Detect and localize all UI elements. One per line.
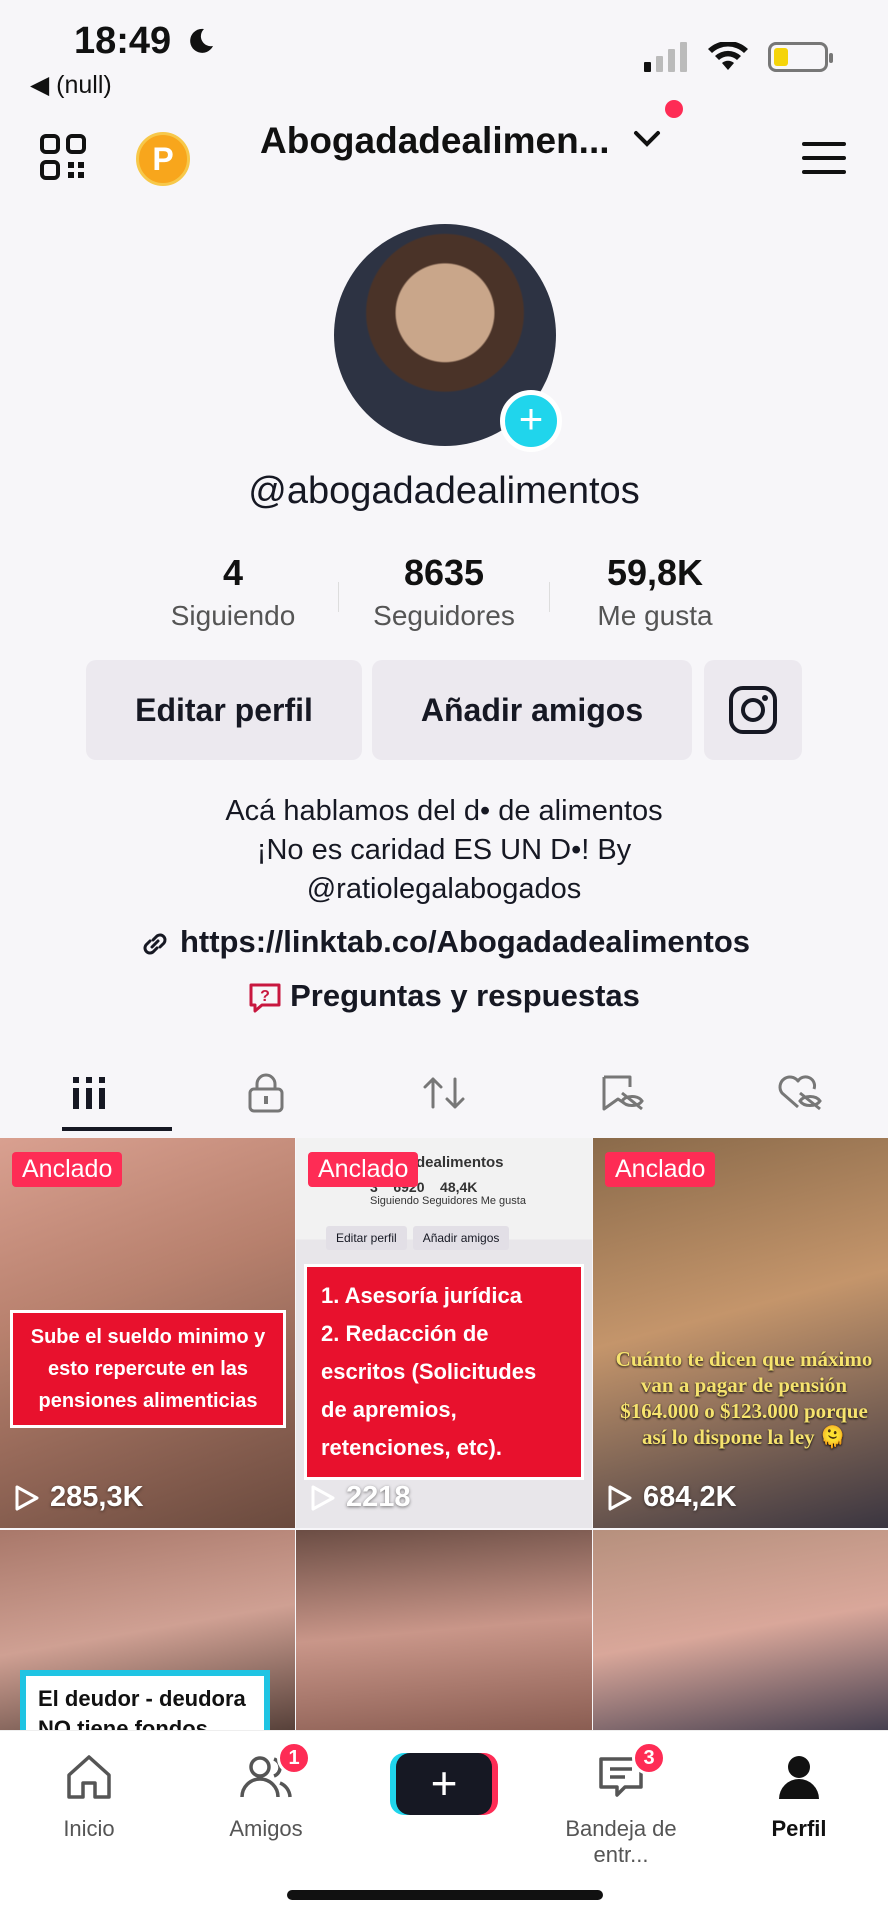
points-badge[interactable]: P — [136, 132, 190, 186]
heart-hidden-icon — [778, 1075, 822, 1111]
video-caption-overlay: Sube el sueldo minimo y esto repercute e… — [10, 1310, 286, 1428]
account-switcher[interactable]: Abogadadealimen... — [260, 120, 610, 162]
video-grid: Anclado Sube el sueldo minimo y esto rep… — [0, 1138, 888, 1730]
nav-home[interactable]: Inicio — [4, 1751, 174, 1842]
stat-value: 4 — [222, 552, 244, 593]
bookmark-hidden-icon — [602, 1075, 644, 1111]
nav-label: Perfil — [771, 1816, 827, 1841]
status-indicators — [644, 42, 833, 72]
edit-profile-button[interactable]: Editar perfil — [86, 660, 362, 760]
chevron-down-icon[interactable] — [630, 122, 664, 156]
nav-friends[interactable]: 1 Amigos — [181, 1741, 351, 1842]
qa-link[interactable]: ? Preguntas y respuestas — [0, 978, 888, 1015]
tab-private[interactable] — [178, 1055, 356, 1131]
instagram-icon — [729, 686, 777, 734]
caption-line: retenciones, etc). — [321, 1435, 502, 1460]
bio: Acá hablamos del d• de alimentos ¡No es … — [0, 792, 888, 909]
view-count: 684,2K — [607, 1481, 737, 1514]
wifi-icon — [708, 42, 748, 70]
pinned-badge: Anclado — [308, 1152, 419, 1187]
pinned-badge: Anclado — [605, 1152, 716, 1187]
qa-text: Preguntas y respuestas — [290, 978, 640, 1013]
home-indicator — [287, 1890, 603, 1900]
tab-videos[interactable] — [0, 1055, 178, 1131]
lock-icon — [248, 1073, 284, 1113]
video-thumbnail[interactable] — [593, 1530, 888, 1730]
video-caption-overlay: El deudor - deudora NO tiene fondos — [20, 1670, 270, 1730]
play-icon — [15, 1485, 39, 1510]
mini-buttons: Editar perfil Añadir amigos — [326, 1226, 510, 1250]
tab-reposts[interactable] — [355, 1055, 533, 1131]
video-thumbnail[interactable]: Anclado Cuánto te dicen que máximo van a… — [593, 1138, 888, 1528]
nav-inbox[interactable]: 3 Bandeja de entr... — [536, 1741, 706, 1868]
caption-line: 2. Redacción de — [321, 1321, 489, 1346]
view-count-text: 2218 — [346, 1481, 411, 1513]
caption-line: de apremios, — [321, 1397, 457, 1422]
play-icon — [608, 1485, 632, 1510]
notification-dot — [665, 100, 683, 118]
mini-header: dealimentos — [416, 1154, 504, 1171]
profile-link[interactable]: https://linktab.co/Abogadadealimentos — [0, 924, 888, 961]
add-avatar-button[interactable]: + — [500, 390, 562, 452]
inbox-badge: 3 — [632, 1741, 666, 1775]
battery-icon — [768, 42, 833, 72]
stat-label: Seguidores — [373, 600, 515, 631]
tab-saved[interactable] — [533, 1055, 711, 1131]
bio-line: ¡No es caridad ES UN D•! By — [256, 834, 632, 866]
view-count: 2218 — [310, 1481, 411, 1514]
profile-stats: 4 Siguiendo 8635 Seguidores 59,8K Me gus… — [0, 552, 888, 632]
profile-handle: @abogadadealimentos — [248, 470, 640, 512]
friends-badge: 1 — [277, 1741, 311, 1775]
question-bubble-icon: ? — [249, 983, 281, 1013]
stat-label: Me gusta — [597, 600, 713, 631]
instagram-button[interactable] — [704, 660, 802, 760]
mini-edit: Editar perfil — [326, 1226, 407, 1250]
nav-label: Inicio — [63, 1816, 115, 1841]
mini-labels: Siguiendo Seguidores Me gusta — [370, 1195, 526, 1207]
status-time: 18:49 — [74, 20, 172, 62]
repost-icon — [423, 1077, 465, 1109]
add-friends-button[interactable]: Añadir amigos — [372, 660, 692, 760]
profile-icon — [779, 1756, 819, 1799]
svg-text:?: ? — [260, 988, 270, 1005]
view-count: 285,3K — [14, 1481, 144, 1514]
caption-line: 1. Asesoría jurídica — [321, 1283, 522, 1308]
stat-following[interactable]: 4 Siguiendo — [128, 552, 338, 632]
qr-code-icon[interactable] — [40, 134, 86, 180]
caption-line: escritos (Solicitudes — [321, 1359, 537, 1384]
video-thumbnail[interactable]: El deudor - deudora NO tiene fondos — [0, 1530, 295, 1730]
create-button[interactable]: + — [396, 1753, 492, 1815]
video-caption-overlay: Cuánto te dicen que máximo van a pagar d… — [615, 1347, 873, 1449]
video-caption-overlay: 1. Asesoría jurídica 2. Redacción de esc… — [304, 1264, 584, 1480]
profile-header: P Abogadadealimen... — [0, 100, 888, 200]
cellular-signal-icon — [644, 42, 687, 72]
bio-line[interactable]: @ratiolegalabogados — [0, 870, 888, 909]
mini-add: Añadir amigos — [412, 1226, 510, 1250]
play-icon — [311, 1485, 335, 1510]
back-to-app-link[interactable]: ◀ (null) — [30, 70, 112, 100]
video-thumbnail[interactable]: dealimentos 3 6920 48,4K Siguiendo Segui… — [296, 1138, 592, 1528]
link-icon — [143, 933, 167, 955]
content-tabs — [0, 1055, 888, 1131]
link-text: https://linktab.co/Abogadadealimentos — [179, 924, 751, 959]
stat-value: 8635 — [403, 552, 485, 593]
tab-liked[interactable] — [710, 1055, 888, 1131]
video-thumbnail[interactable]: Anclado Sube el sueldo minimo y esto rep… — [0, 1138, 295, 1528]
stat-likes[interactable]: 59,8K Me gusta — [550, 552, 760, 632]
grid-icon — [72, 1077, 105, 1109]
stat-followers[interactable]: 8635 Seguidores — [339, 552, 549, 632]
stat-value: 59,8K — [606, 552, 704, 593]
nav-label: Amigos — [229, 1816, 303, 1841]
view-count-text: 684,2K — [643, 1481, 737, 1513]
view-count-text: 285,3K — [50, 1481, 144, 1513]
bio-line: Acá hablamos del d• de alimentos — [225, 795, 663, 827]
home-icon — [67, 1755, 111, 1799]
menu-icon[interactable] — [800, 138, 848, 178]
video-thumbnail[interactable] — [296, 1530, 592, 1730]
moon-icon — [190, 28, 213, 53]
pinned-badge: Anclado — [12, 1152, 123, 1187]
nav-profile[interactable]: Perfil — [714, 1751, 884, 1842]
nav-label: Bandeja de entr... — [565, 1816, 677, 1867]
stat-label: Siguiendo — [170, 600, 296, 631]
